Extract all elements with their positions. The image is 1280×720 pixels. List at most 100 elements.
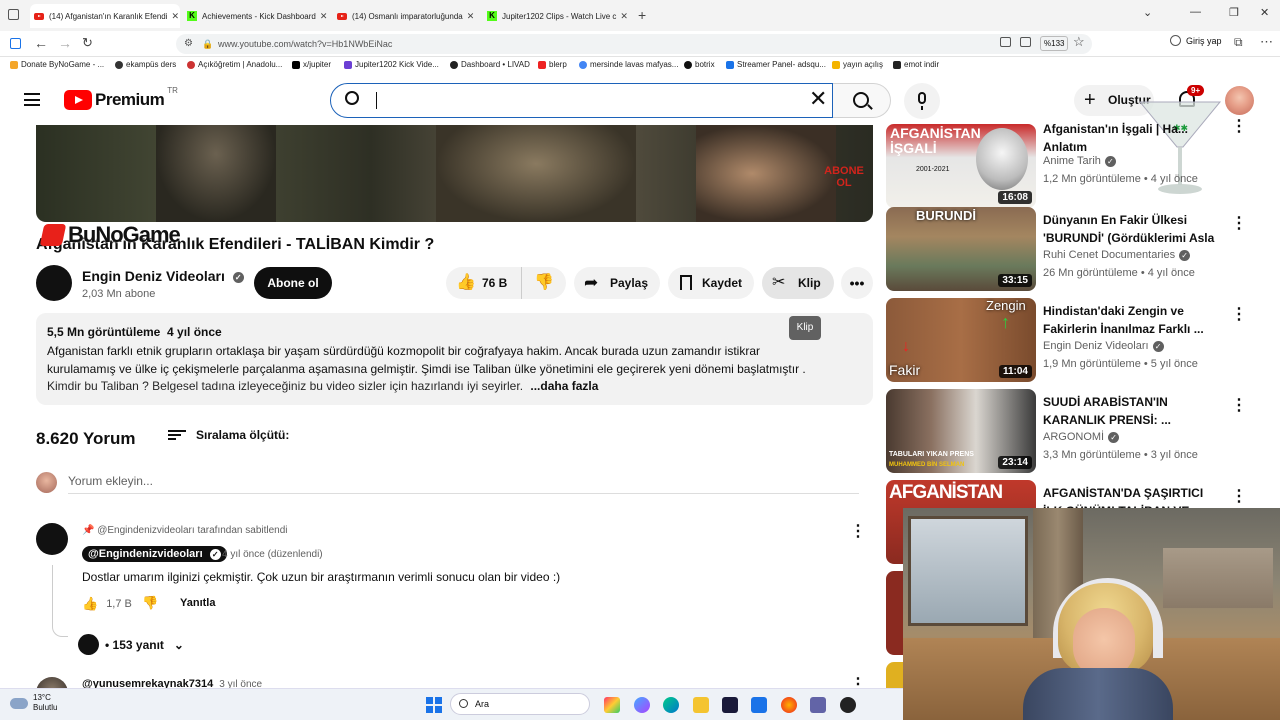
- bookmark-item[interactable]: mersinde lavas mafyas...: [579, 60, 678, 69]
- bookmark-item[interactable]: botrix: [684, 60, 715, 69]
- verified-check-icon: ✓: [209, 548, 221, 560]
- more-options-icon[interactable]: ⋮: [1231, 486, 1247, 506]
- bookmark-item[interactable]: Streamer Panel- adsqu...: [726, 60, 826, 69]
- bookmark-item[interactable]: emot indir: [893, 60, 939, 69]
- comment-time[interactable]: 4 yıl önce (düzenlendi): [222, 549, 323, 560]
- recommendation-thumbnail[interactable]: [886, 571, 903, 655]
- channel-avatar[interactable]: [36, 265, 72, 301]
- obs-icon[interactable]: [840, 697, 856, 713]
- weather-widget[interactable]: 13°C Bulutlu: [10, 693, 57, 713]
- signin-button[interactable]: Giriş yap: [1170, 35, 1222, 46]
- extensions-icon[interactable]: ⧉: [1234, 35, 1243, 50]
- close-tab-icon[interactable]: ✕: [467, 11, 475, 22]
- forward-icon[interactable]: →: [58, 35, 72, 51]
- tab-jupiter-clips[interactable]: K Jupiter1202 Clips - Watch Live c ✕: [483, 4, 631, 28]
- close-tab-icon[interactable]: ✕: [172, 11, 180, 22]
- mail-icon[interactable]: [751, 697, 767, 713]
- clip-button[interactable]: ✂ Klip: [762, 267, 834, 299]
- bookmark-item[interactable]: Açıköğretim | Anadolu...: [187, 60, 282, 69]
- minimize-icon[interactable]: —: [1190, 6, 1201, 18]
- reload-icon[interactable]: ↻: [82, 35, 93, 51]
- voice-search-button[interactable]: [904, 83, 940, 119]
- bookmark-favicon-icon: [344, 60, 352, 69]
- recommendation-card[interactable]: BURUNDİ 33:15 Dünyanın En Fakir Ülkesi '…: [886, 207, 1266, 291]
- avatar[interactable]: [1225, 86, 1254, 115]
- teams-icon[interactable]: [810, 697, 826, 713]
- dislike-button[interactable]: 👎: [521, 267, 566, 299]
- video-player[interactable]: ABONE OL: [36, 125, 873, 222]
- thumbnail: Zengin ↑ ↓ Fakir 11:04: [886, 298, 1036, 382]
- weather-temp: 13°C: [33, 693, 51, 702]
- search-button[interactable]: [833, 83, 891, 118]
- maximize-icon[interactable]: ❐: [1229, 6, 1239, 19]
- screenshot-icon[interactable]: [1000, 37, 1011, 47]
- comment-dislike-icon[interactable]: 👎: [142, 595, 158, 611]
- menu-dots-icon[interactable]: ⋯: [1260, 34, 1273, 50]
- install-icon[interactable]: [1020, 37, 1031, 47]
- youtube-logo[interactable]: Premium TR: [64, 86, 178, 110]
- clear-search-icon[interactable]: ✕: [809, 86, 827, 112]
- replies-toggle[interactable]: • 153 yanıt ⌄: [78, 634, 184, 655]
- edge-icon[interactable]: [663, 697, 679, 713]
- sort-button[interactable]: Sıralama ölçütü:: [168, 428, 289, 442]
- bookmark-item[interactable]: Dashboard • LIVAD: [450, 60, 530, 69]
- more-actions-button[interactable]: •••: [841, 267, 873, 299]
- bookmark-item[interactable]: Donate ByNoGame - ...: [10, 60, 104, 69]
- more-options-icon[interactable]: ⋮: [1231, 304, 1247, 324]
- tab-kick-achievements[interactable]: K Achievements - Kick Dashboard ✕: [183, 4, 333, 28]
- bookmark-star-icon[interactable]: ☆: [1073, 34, 1085, 50]
- taskbar-search[interactable]: Ara: [450, 693, 590, 715]
- hamburger-menu-icon[interactable]: [24, 93, 40, 106]
- thumbnail-subtext: MUHAMMED BİN SELMAN: [889, 462, 965, 468]
- channel-text: Engin Deniz Videoları: [1043, 340, 1149, 352]
- workspaces-icon[interactable]: [10, 38, 21, 49]
- like-count: 76 B: [482, 276, 508, 290]
- file-explorer-icon[interactable]: [693, 697, 709, 713]
- tab-afganistan[interactable]: (14) Afganistan'ın Karanlık Efendi ✕: [30, 4, 180, 28]
- more-options-icon[interactable]: ⋮: [1231, 213, 1247, 233]
- save-button[interactable]: Kaydet: [668, 267, 754, 299]
- site-info-icon[interactable]: ⚙: [184, 34, 193, 54]
- more-options-icon[interactable]: ⋮: [1231, 395, 1247, 415]
- tab-actions-icon[interactable]: [8, 9, 19, 20]
- channel-name[interactable]: Engin Deniz Videoları ✓: [82, 268, 244, 284]
- recommendation-card[interactable]: AFGANİSTAN İŞGALİ 2001-2021 16:08 Afgani…: [886, 116, 1266, 208]
- comment-like-count: 1,7 B: [106, 598, 132, 610]
- bookmark-item[interactable]: yayın açılış: [832, 60, 883, 69]
- close-tab-icon[interactable]: ✕: [320, 11, 328, 22]
- comment-author-chip[interactable]: @Engindenizvideoları ✓: [82, 546, 227, 562]
- bookmark-item[interactable]: Jupiter1202 Kick Vide...: [344, 60, 439, 69]
- bookmark-item[interactable]: x/jupiter: [292, 60, 331, 69]
- comment-menu-icon[interactable]: ⋮: [850, 521, 866, 541]
- copilot-icon[interactable]: [634, 697, 650, 713]
- description-box[interactable]: 5,5 Mn görüntüleme 4 yıl önce Afganistan…: [36, 313, 873, 405]
- widgets-icon[interactable]: [604, 697, 620, 713]
- add-comment-input[interactable]: Yorum ekleyin...: [68, 474, 859, 494]
- new-tab-icon[interactable]: +: [638, 7, 646, 23]
- recommendation-thumbnail[interactable]: [886, 662, 903, 688]
- zoom-level[interactable]: %133: [1040, 36, 1069, 51]
- subscribe-button[interactable]: Abone ol: [254, 267, 332, 299]
- comment-like-button[interactable]: 👍 1,7 B: [82, 596, 132, 612]
- close-window-icon[interactable]: ✕: [1260, 6, 1269, 19]
- more-options-icon[interactable]: ⋮: [1231, 116, 1247, 136]
- recommendation-card[interactable]: TABULARI YIKAN PRENS MUHAMMED BİN SELMAN…: [886, 389, 1266, 473]
- tab-list-chevron-icon[interactable]: ⌄: [1143, 6, 1152, 19]
- share-button[interactable]: ➦ Paylaş: [574, 267, 660, 299]
- bookmark-item[interactable]: ekampüs ders: [115, 60, 176, 69]
- youtube-favicon-icon: [337, 12, 347, 20]
- url-field[interactable]: ⚙ 🔒 www.youtube.com/watch?v=Hb1NWbEiNac: [176, 34, 1092, 54]
- search-input[interactable]: ✕: [330, 83, 833, 118]
- recommendation-card[interactable]: Zengin ↑ ↓ Fakir 11:04 Hindistan'daki Ze…: [886, 298, 1266, 382]
- bookmark-item[interactable]: blerp: [538, 60, 567, 69]
- firefox-icon[interactable]: [781, 697, 797, 713]
- tab-osmanli[interactable]: (14) Osmanlı imparatorluğunda ✕: [333, 4, 483, 28]
- back-icon[interactable]: ←: [34, 35, 48, 51]
- show-more-link[interactable]: ...daha fazla: [530, 379, 598, 393]
- comment-author-avatar[interactable]: [36, 523, 68, 555]
- reply-button[interactable]: Yanıtla: [180, 597, 215, 609]
- like-button[interactable]: 👍 76 B: [446, 267, 521, 299]
- store-icon[interactable]: [722, 697, 738, 713]
- start-button[interactable]: [426, 697, 442, 713]
- close-tab-icon[interactable]: ✕: [620, 11, 628, 22]
